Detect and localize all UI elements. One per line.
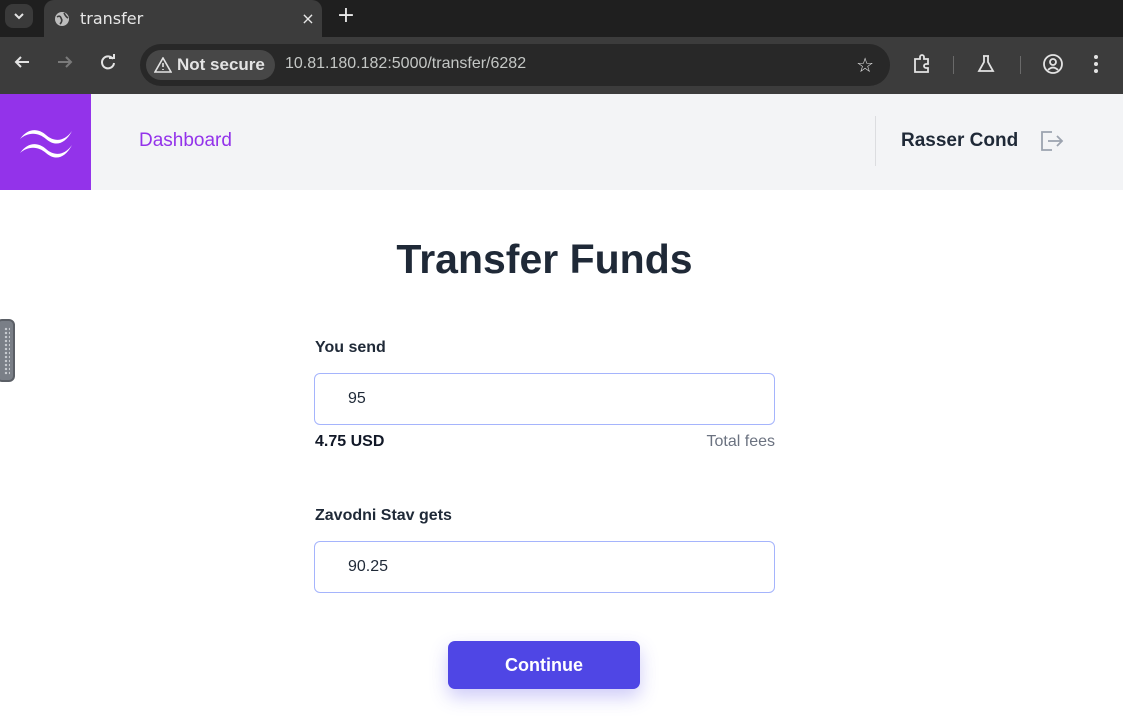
new-tab-button[interactable]: +	[334, 3, 358, 28]
send-amount-input[interactable]	[314, 373, 775, 425]
security-chip[interactable]: Not secure	[146, 50, 275, 80]
app-header: Dashboard Rasser Cond	[0, 94, 1123, 190]
extensions-icon[interactable]	[911, 53, 933, 79]
arrow-right-icon	[58, 56, 73, 68]
tab-title: transfer	[80, 9, 144, 28]
forward-button[interactable]	[52, 53, 78, 76]
warning-icon	[154, 57, 172, 73]
security-label: Not secure	[177, 55, 265, 74]
labs-flask-icon[interactable]	[975, 53, 997, 79]
address-bar[interactable]: Not secure 10.81.180.182:5000/transfer/6…	[140, 44, 890, 86]
browser-tab[interactable]: transfer ×	[44, 0, 322, 37]
continue-button[interactable]: Continue	[448, 641, 640, 689]
wave-logo-icon	[19, 130, 72, 158]
tab-close-button[interactable]: ×	[294, 9, 322, 28]
reload-icon	[101, 54, 115, 70]
logout-icon[interactable]	[1038, 129, 1064, 157]
reload-button[interactable]	[95, 53, 121, 76]
receive-amount-input[interactable]	[314, 541, 775, 593]
profile-icon[interactable]	[1042, 53, 1064, 79]
header-divider	[875, 116, 876, 166]
send-amount-label: You send	[315, 339, 386, 356]
user-name[interactable]: Rasser Cond	[901, 130, 1018, 152]
browser-toolbar: Not secure 10.81.180.182:5000/transfer/6…	[0, 37, 1123, 94]
chevron-down-icon	[14, 13, 24, 20]
fee-label: Total fees	[706, 433, 775, 450]
fee-amount: 4.75 USD	[315, 433, 385, 450]
back-button[interactable]	[9, 53, 35, 76]
more-menu-icon[interactable]	[1090, 53, 1102, 79]
globe-icon	[55, 11, 69, 26]
arrow-left-icon	[14, 56, 29, 68]
side-panel-handle[interactable]	[0, 319, 15, 382]
browser-tab-bar: transfer × +	[0, 0, 1123, 37]
toolbar-separator	[953, 56, 954, 74]
logo[interactable]	[0, 94, 91, 190]
receive-amount-label: Zavodni Stav gets	[315, 507, 452, 524]
bookmark-star-icon[interactable]: ☆	[856, 53, 874, 77]
nav-link-dashboard[interactable]: Dashboard	[139, 130, 232, 152]
tab-search-button[interactable]	[5, 4, 33, 28]
url-text[interactable]: 10.81.180.182:5000/transfer/6282	[285, 55, 526, 73]
page-title: Transfer Funds	[396, 236, 693, 282]
toolbar-separator	[1020, 56, 1021, 74]
